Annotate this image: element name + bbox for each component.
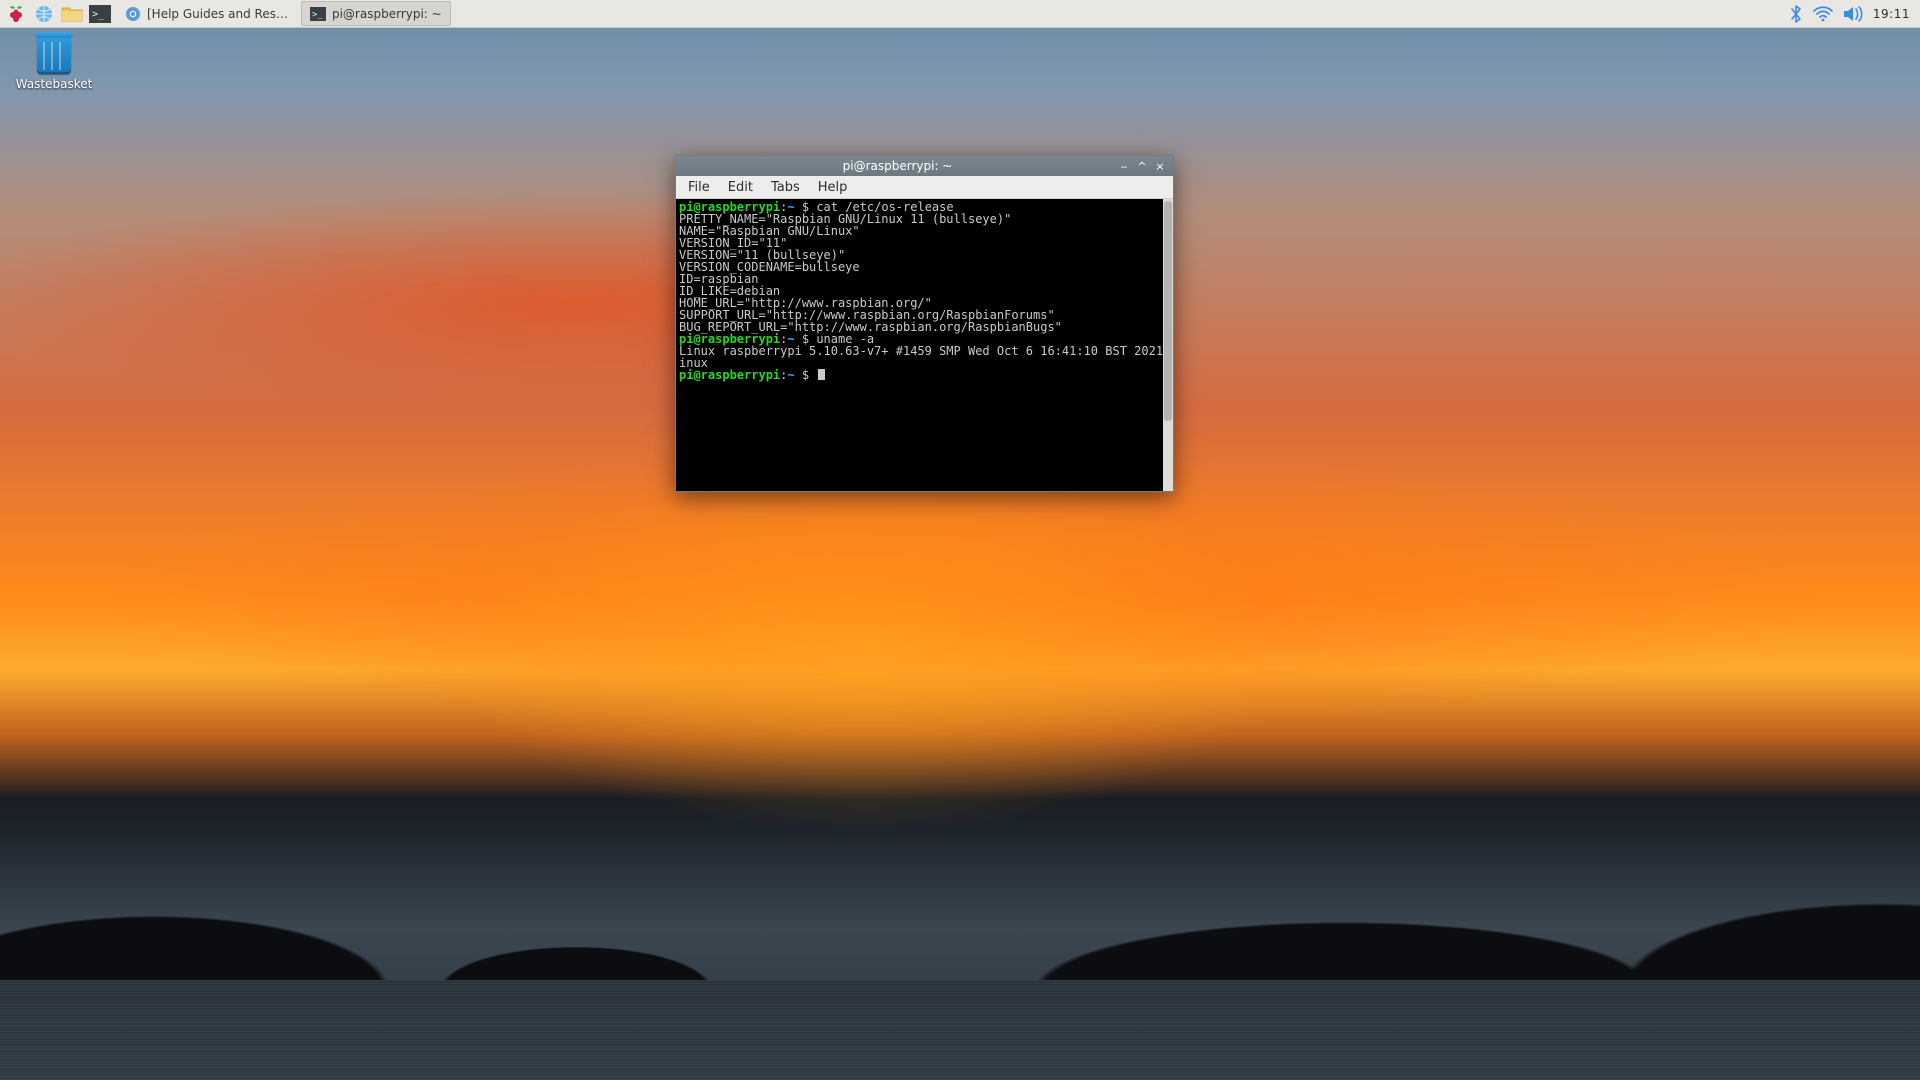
window-titlebar[interactable]: pi@raspberrypi: ~ ‒ ^ × [676,156,1173,176]
taskbar: >_ [Help Guides and Res… >_ pi@raspberry… [0,0,1920,28]
taskbar-left: >_ [Help Guides and Res… >_ pi@raspberry… [0,1,451,26]
raspberry-menu-icon[interactable] [4,2,28,26]
window-maximize-button[interactable]: ^ [1135,159,1149,173]
window-close-button[interactable]: × [1153,159,1167,173]
terminal-viewport: pi@raspberrypi:~ $ cat /etc/os-release P… [676,199,1173,491]
svg-text:>_: >_ [312,10,323,20]
desktop-icon-label: Wastebasket [16,77,93,91]
trash-icon [37,38,71,74]
desktop-icon-wastebasket[interactable]: Wastebasket [18,38,90,91]
taskbar-tray: 19:11 [1789,5,1920,23]
window-minimize-button[interactable]: ‒ [1117,159,1131,173]
task-chromium[interactable]: [Help Guides and Res… [116,1,297,26]
terminal-scrollbar[interactable] [1163,199,1173,491]
menu-file[interactable]: File [680,178,718,197]
svg-text:>_: >_ [92,9,105,20]
menu-tabs[interactable]: Tabs [763,178,808,197]
menu-edit[interactable]: Edit [720,178,761,197]
task-label: [Help Guides and Res… [147,7,288,21]
volume-icon[interactable] [1843,6,1863,22]
terminal-window: pi@raspberrypi: ~ ‒ ^ × File Edit Tabs H… [675,155,1174,492]
scrollbar-thumb[interactable] [1164,201,1172,421]
task-terminal[interactable]: >_ pi@raspberrypi: ~ [301,1,451,26]
chromium-icon [125,6,141,22]
menu-help[interactable]: Help [810,178,856,197]
clock[interactable]: 19:11 [1873,7,1910,21]
window-menubar: File Edit Tabs Help [676,176,1173,199]
bluetooth-icon[interactable] [1789,5,1803,23]
file-manager-icon[interactable] [60,2,84,26]
web-browser-icon[interactable] [32,2,56,26]
wifi-icon[interactable] [1813,6,1833,22]
terminal-launcher-icon[interactable]: >_ [88,2,112,26]
terminal-icon: >_ [310,7,326,21]
task-label: pi@raspberrypi: ~ [332,7,442,21]
terminal-text[interactable]: pi@raspberrypi:~ $ cat /etc/os-release P… [676,199,1173,491]
window-title: pi@raspberrypi: ~ [682,159,1113,173]
